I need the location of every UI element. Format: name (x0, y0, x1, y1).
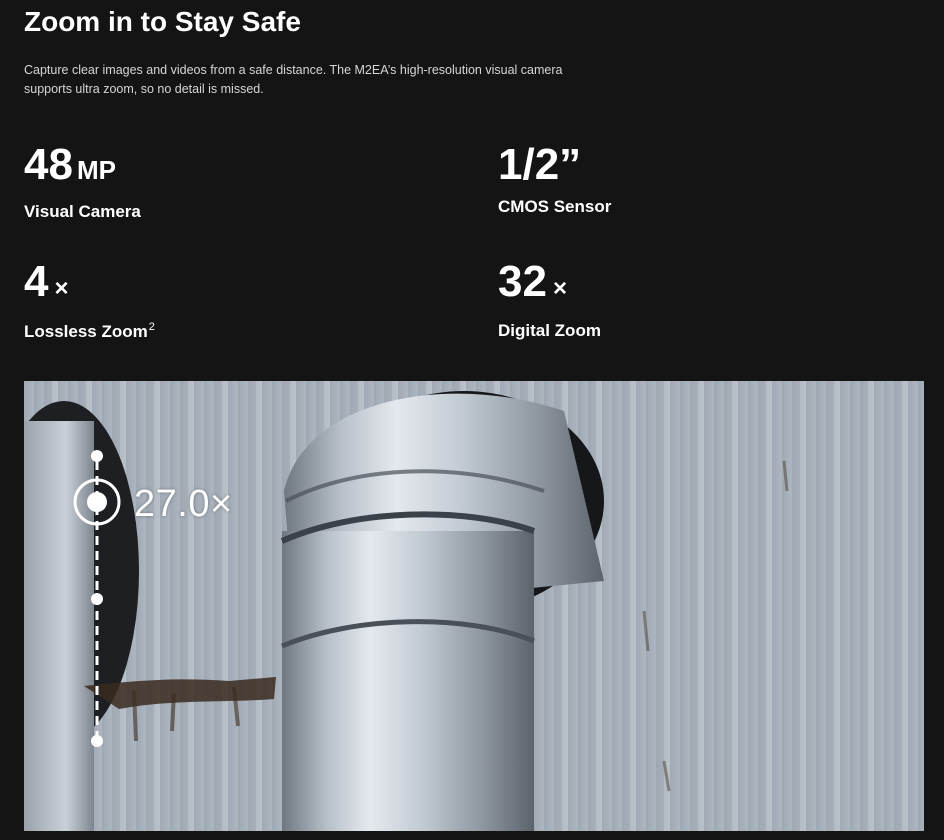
stat-value-row: 1/2” (498, 143, 611, 187)
stat-value-row: 32 × (498, 260, 601, 311)
stat-label: Visual Camera (24, 202, 141, 222)
section-title: Zoom in to Stay Safe (24, 6, 301, 37)
pipe-on-corrugated-wall-image (24, 381, 924, 831)
stat-unit: MP (76, 155, 116, 185)
stat-value-row: 48 MP (24, 143, 141, 192)
stat-value-row: 4 × (24, 260, 155, 311)
stat-value: 1/2” (498, 140, 582, 189)
stat-label-text: Visual Camera (24, 202, 141, 221)
stat-digital-zoom: 32 × Digital Zoom (498, 260, 601, 341)
stat-label: CMOS Sensor (498, 197, 611, 217)
zoom-demo-photo: 27.0× (24, 381, 924, 831)
stat-lossless-zoom: 4 × Lossless Zoom2 (24, 260, 155, 342)
stat-visual-camera: 48 MP Visual Camera (24, 143, 141, 222)
stat-label: Lossless Zoom2 (24, 321, 155, 342)
footnote-marker[interactable]: 2 (149, 321, 155, 333)
stat-cmos-sensor: 1/2” CMOS Sensor (498, 143, 611, 217)
stat-value: 48 (24, 140, 73, 189)
stat-label-text: Digital Zoom (498, 321, 601, 340)
stat-label: Digital Zoom (498, 321, 601, 341)
stat-unit: × (54, 275, 69, 302)
stat-label-text: Lossless Zoom (24, 322, 148, 341)
stat-value: 32 (498, 257, 547, 306)
stat-unit: × (552, 275, 567, 302)
stat-label-text: CMOS Sensor (498, 197, 612, 216)
zoom-level-readout: 27.0× (134, 483, 233, 525)
section-description: Capture clear images and videos from a s… (24, 63, 563, 96)
stat-value: 4 (24, 257, 49, 306)
